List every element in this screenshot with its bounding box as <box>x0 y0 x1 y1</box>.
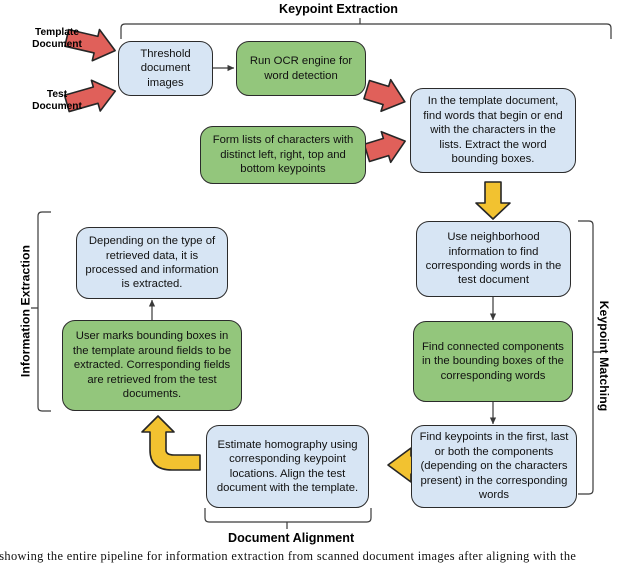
label-keypoint-matching: Keypoint Matching <box>597 300 611 412</box>
bracket-information-extraction <box>31 211 51 412</box>
flowchart-canvas: Keypoint Extraction Keypoint Matching In… <box>0 0 640 565</box>
node-use-neighborhood[interactable]: Use neighborhood information to find cor… <box>416 221 571 297</box>
red-arrow-lists-to-template-words <box>363 130 406 164</box>
node-find-template-words[interactable]: In the template document, find words tha… <box>410 88 576 173</box>
label-information-extraction: Information Extraction <box>18 244 33 378</box>
node-find-connected-components[interactable]: Find connected components in the boundin… <box>413 321 573 402</box>
figure-caption: t showing the entire pipeline for inform… <box>0 549 640 564</box>
node-estimate-homography[interactable]: Estimate homography using corresponding … <box>206 425 369 508</box>
bracket-keypoint-extraction <box>120 18 612 39</box>
input-label-test-document: Test Document <box>32 89 82 113</box>
node-run-ocr[interactable]: Run OCR engine for word detection <box>236 41 366 96</box>
yellow-arrow-homography-to-usermarks <box>141 415 201 471</box>
node-threshold[interactable]: Threshold document images <box>118 41 213 96</box>
node-find-keypoints[interactable]: Find keypoints in the first, last or bot… <box>411 425 577 508</box>
node-user-marks-boxes[interactable]: User marks bounding boxes in the templat… <box>62 320 242 411</box>
yellow-arrow-down-to-neighborhood <box>475 181 511 220</box>
label-document-alignment: Document Alignment <box>228 531 355 545</box>
figure-caption-text: t showing the entire pipeline for inform… <box>0 549 577 563</box>
red-arrow-ocr-to-template-words <box>363 78 406 113</box>
node-process-information[interactable]: Depending on the type of retrieved data,… <box>76 227 228 299</box>
label-keypoint-extraction: Keypoint Extraction <box>279 2 398 16</box>
bracket-document-alignment <box>204 508 372 529</box>
node-form-lists[interactable]: Form lists of characters with distinct l… <box>200 126 366 184</box>
input-label-template-document: Template Document <box>32 27 82 51</box>
